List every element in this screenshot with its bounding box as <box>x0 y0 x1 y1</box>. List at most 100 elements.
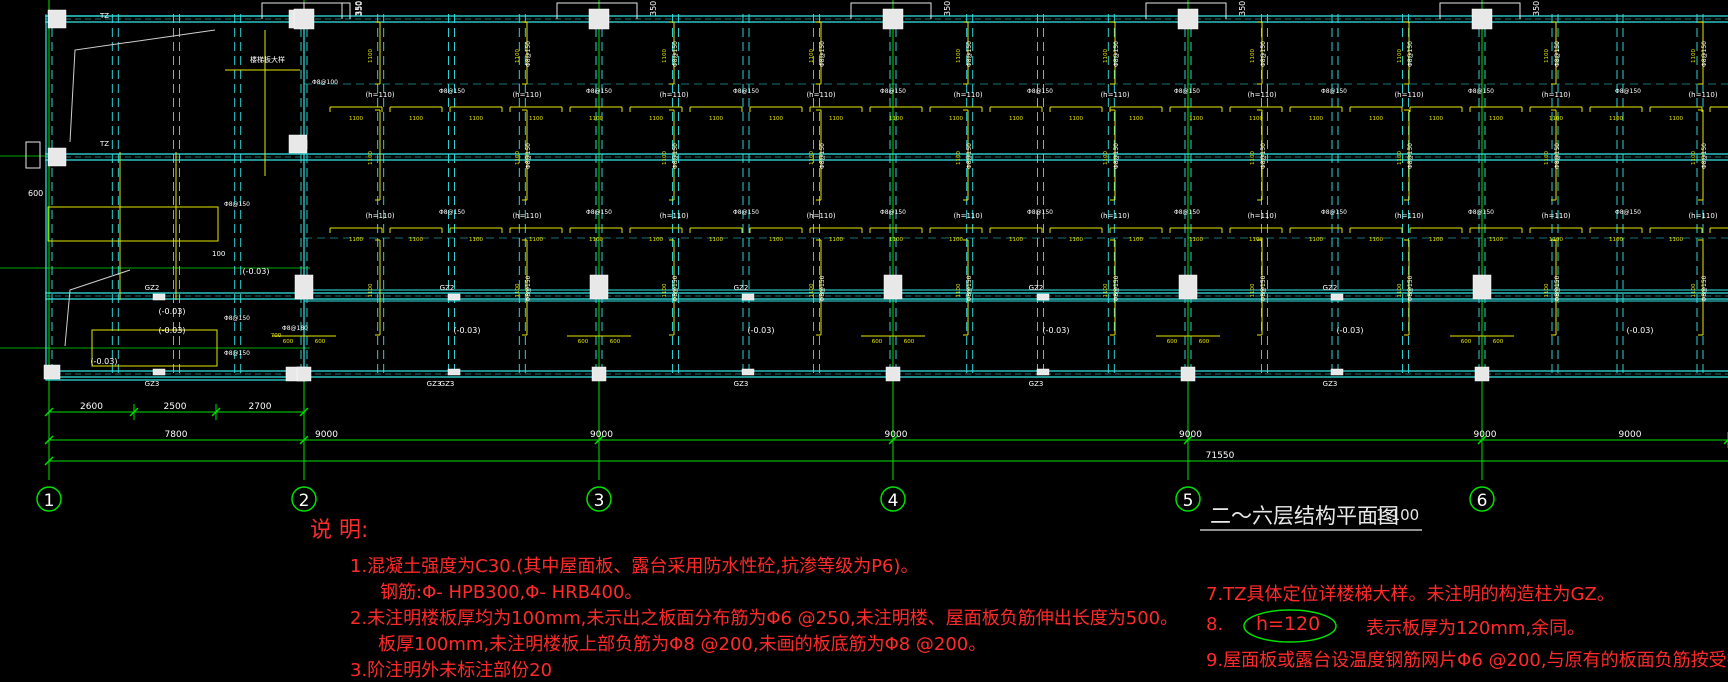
rebar-spec-label: Φ8@150 <box>880 209 906 216</box>
column <box>288 134 308 154</box>
rebar-length: 1100 <box>956 49 962 63</box>
constructional-column <box>741 368 755 376</box>
stair-rebar-box <box>47 206 219 242</box>
rebar-length: 1100 <box>809 283 815 297</box>
rebar-spec-label: Φ8@150 <box>586 88 612 95</box>
rebar-length: 600 <box>1461 339 1472 345</box>
rebar-spec-vertical: Φ8@150 <box>1113 143 1120 169</box>
column-top-dim: 350 <box>1532 1 1541 16</box>
column-outline <box>25 141 41 169</box>
gz3-label: GZ3 <box>145 380 160 388</box>
rebar-spec-label: Φ8@150 <box>1321 88 1347 95</box>
note-1: 1.混凝土强度为C30.(其中屋面板、露台采用防水性砼,抗渗等级为P6)。 <box>350 556 919 577</box>
rebar-spec-vertical: Φ8@150 <box>1113 41 1120 67</box>
rebar-length: 1100 <box>662 151 668 165</box>
note-2-cont: 板厚100mm,未注明楼板上部负筋为Φ8 @200,未画的板底筋为Φ8 @200… <box>378 634 987 655</box>
axis-label-2: 2 <box>299 491 310 511</box>
rebar-label-left: Φ8@150 <box>224 201 250 208</box>
rebar-length: 1100 <box>1397 49 1403 63</box>
rebar-length: 1100 <box>589 237 603 243</box>
slab-thickness-label: (h=110) <box>365 212 394 220</box>
column <box>1471 8 1493 30</box>
rebar-spec-vertical: Φ8@150 <box>1701 275 1708 301</box>
note-8: 8. <box>1206 614 1224 635</box>
rebar-length: 1100 <box>1129 237 1143 243</box>
gz2-label: GZ2 <box>1323 284 1338 292</box>
rebar-spec-vertical: Φ8@150 <box>1260 275 1267 301</box>
rebar-length: 1100 <box>1069 116 1083 122</box>
rebar-spec-label: Φ8@150 <box>1468 209 1494 216</box>
gz2-label: GZ2 <box>440 284 455 292</box>
rebar-spec-vertical: Φ8@150 <box>672 275 679 301</box>
dim-bay: 9000 <box>885 430 908 440</box>
slab-thickness-label: (h=110) <box>1394 212 1423 220</box>
rebar-length: 1100 <box>409 237 423 243</box>
rebar-length: 1100 <box>1489 116 1503 122</box>
rebar-spec-label: Φ8@150 <box>1174 88 1200 95</box>
slab-thickness-label: (h=110) <box>953 91 982 99</box>
edge-dimension: 600 <box>28 189 43 198</box>
drawing-title: 二～六层结构平面图 <box>1210 504 1399 528</box>
rebar-length: 1100 <box>1489 237 1503 243</box>
rebar-length: 600 <box>904 339 915 345</box>
rebar-length: 600 <box>283 339 294 345</box>
dim-left-total: 7800 <box>165 430 188 440</box>
rebar-spec-vertical: Φ8@150 <box>966 143 973 169</box>
rebar-spec-vertical: Φ8@150 <box>1407 275 1414 301</box>
slab-thickness-label: (h=110) <box>1688 212 1717 220</box>
rebar-length: 1100 <box>1429 237 1443 243</box>
rebar-length: 1100 <box>1669 237 1683 243</box>
rebar-length: 1100 <box>1249 116 1263 122</box>
column <box>1178 274 1198 300</box>
rebar-spec-vertical: Φ8@150 <box>525 41 532 67</box>
column <box>43 364 61 380</box>
stair-label: 楼梯板大样 <box>250 55 285 64</box>
rebar-length: 1100 <box>469 116 483 122</box>
rebar-length: 1100 <box>515 151 521 165</box>
slab-level: (-0.03) <box>1627 326 1654 335</box>
column <box>588 8 610 30</box>
rebar-spec-label: Φ8@150 <box>439 209 465 216</box>
note-2: 2.未注明楼板厚均为100mm,未示出之板面分布筋为Φ6 @250,未注明楼、屋… <box>350 608 1179 629</box>
dimension-lines: 2600 2500 2700 7800 9000 9000 9000 9000 9000 9000… <box>44 402 1728 469</box>
rebar-length: 1100 <box>1691 283 1697 297</box>
rebar-length: 1100 <box>1609 237 1623 243</box>
note-8-text: 表示板厚为120mm,余同。 <box>1366 618 1586 639</box>
slab-thickness-label: (h=110) <box>659 212 688 220</box>
rebar-spec-label: Φ8@150 <box>1615 88 1641 95</box>
rebar-length: 1100 <box>1397 151 1403 165</box>
rebar-length: 1100 <box>709 237 723 243</box>
rebar-length: 1100 <box>1609 116 1623 122</box>
tz-label-mid: TZ <box>99 140 109 148</box>
column-top-dim: 350 <box>649 1 658 16</box>
rebar-length: 1100 <box>649 116 663 122</box>
rebar-length: 1100 <box>956 151 962 165</box>
rebar-length: 1100 <box>949 237 963 243</box>
rebar-length: 1100 <box>368 49 374 63</box>
column <box>296 366 312 382</box>
constructional-column <box>1330 368 1344 376</box>
rebar-spec-vertical: Φ8@150 <box>966 275 973 301</box>
rebar-spec-vertical: Φ8@150 <box>1554 275 1561 301</box>
constructional-column <box>447 368 461 376</box>
dim-bay: 9000 <box>590 430 613 440</box>
rebar-length: 1100 <box>709 116 723 122</box>
rebar-length: 1100 <box>769 237 783 243</box>
slab-thickness-label: (h=110) <box>1100 212 1129 220</box>
rebar-spec-label: Φ8@150 <box>586 209 612 216</box>
dim-bay: 9000 <box>315 430 338 440</box>
rebar-label-left: Φ8@150 <box>224 350 250 357</box>
rebar-length: 1100 <box>409 116 423 122</box>
rebar-length: 1100 <box>1250 283 1256 297</box>
gz2-label: GZ2 <box>1029 284 1044 292</box>
rebar-length: 1100 <box>1369 116 1383 122</box>
dim-bay: 9000 <box>1619 430 1642 440</box>
rebar-spec-vertical: Φ8@150 <box>525 275 532 301</box>
rebar-spec-label: Φ8@150 <box>1321 209 1347 216</box>
rebar-spec-vertical: Φ8@150 <box>1260 143 1267 169</box>
rebar-length: 1100 <box>529 116 543 122</box>
rebar-label-left: Φ8@150 <box>224 315 250 322</box>
rebar-length: 1100 <box>1103 151 1109 165</box>
note-3: 3.阶注明外未标注部份20 <box>350 660 553 681</box>
rebar-length: 1100 <box>529 237 543 243</box>
